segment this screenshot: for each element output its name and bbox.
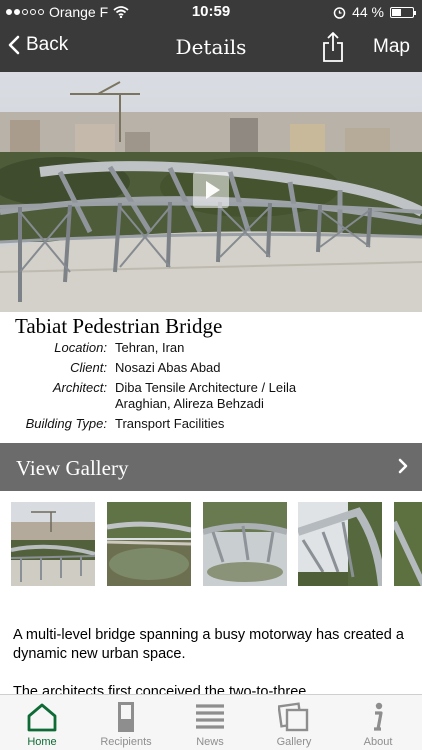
hero-photo[interactable] bbox=[0, 72, 422, 312]
gallery-thumbnail[interactable] bbox=[298, 502, 382, 586]
tab-home[interactable]: Home bbox=[0, 695, 84, 750]
share-icon[interactable] bbox=[320, 31, 346, 63]
project-title: Tabiat Pedestrian Bridge bbox=[15, 314, 223, 338]
gallery-thumbnail-strip[interactable] bbox=[0, 502, 422, 588]
news-icon bbox=[196, 704, 224, 729]
detail-value: Transport Facilities bbox=[115, 416, 225, 431]
tab-label: Gallery bbox=[276, 736, 312, 748]
detail-label: Building Type: bbox=[25, 416, 107, 431]
gallery-thumbnail[interactable] bbox=[394, 502, 422, 586]
tab-news[interactable]: News bbox=[168, 695, 252, 750]
detail-label: Location: bbox=[54, 340, 107, 355]
tab-label: Home bbox=[27, 736, 57, 748]
detail-value: Diba Tensile Architecture / Leila Araghi… bbox=[115, 380, 297, 411]
tab-recipients[interactable]: Recipients bbox=[84, 695, 168, 750]
battery-percent: 44 % bbox=[352, 4, 384, 20]
back-label: Back bbox=[26, 34, 69, 55]
recipients-icon bbox=[118, 702, 134, 732]
description-paragraph: A multi-level bridge spanning a busy mot… bbox=[13, 627, 404, 662]
chevron-left-icon bbox=[8, 35, 20, 55]
gallery-icon bbox=[278, 702, 309, 732]
gallery-thumbnail[interactable] bbox=[203, 502, 287, 586]
tab-label: Recipients bbox=[100, 736, 152, 748]
tab-about[interactable]: About bbox=[336, 695, 420, 750]
battery-level bbox=[392, 8, 401, 16]
detail-value: Nosazi Abas Abad bbox=[115, 360, 221, 375]
play-video-button[interactable] bbox=[193, 172, 229, 208]
home-icon bbox=[27, 703, 57, 732]
view-gallery-label: View Gallery bbox=[16, 456, 129, 480]
about-icon bbox=[374, 702, 383, 731]
chevron-right-icon bbox=[398, 458, 408, 474]
tab-gallery[interactable]: Gallery bbox=[252, 695, 336, 750]
detail-label: Architect: bbox=[52, 380, 107, 395]
back-button[interactable]: Back bbox=[8, 34, 68, 56]
tab-bar: Home Recipients News Gallery About bbox=[0, 694, 422, 750]
tab-label: About bbox=[363, 736, 393, 748]
alarm-icon bbox=[333, 6, 346, 19]
detail-value: Tehran, Iran bbox=[115, 340, 185, 355]
gallery-thumbnail[interactable] bbox=[107, 502, 191, 586]
navigation-bar: Back Details Map bbox=[0, 24, 422, 72]
detail-label: Client: bbox=[70, 360, 107, 375]
status-bar: Orange F 10:59 44 % bbox=[0, 0, 422, 24]
map-button[interactable]: Map bbox=[373, 36, 410, 58]
tab-label: News bbox=[196, 736, 224, 748]
battery-icon bbox=[390, 6, 416, 18]
status-right: 44 % bbox=[333, 4, 416, 20]
gallery-thumbnail[interactable] bbox=[11, 502, 95, 586]
view-gallery-button[interactable]: View Gallery bbox=[0, 443, 422, 491]
